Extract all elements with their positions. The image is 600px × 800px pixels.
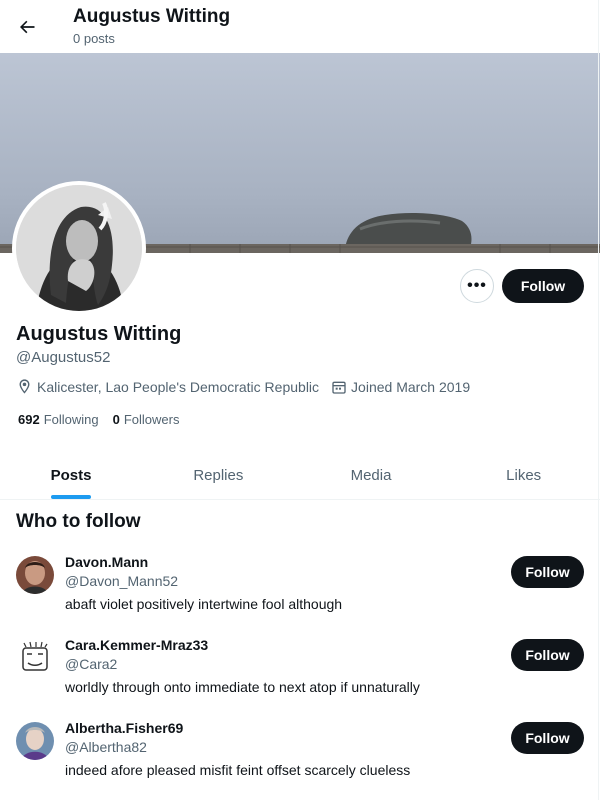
header-post-count: 0 posts xyxy=(73,31,115,46)
suggestion-bio: indeed afore pleased misfit feint offset… xyxy=(65,762,411,778)
followers-count: 0 xyxy=(112,412,120,427)
tab-replies[interactable]: Replies xyxy=(142,451,295,499)
profile-header: Augustus Witting 0 posts xyxy=(0,0,600,53)
avatar[interactable] xyxy=(16,639,54,677)
suggestion-bio: worldly through onto immediate to next a… xyxy=(65,679,420,695)
profile-name: Augustus Witting xyxy=(16,323,182,345)
column-border xyxy=(598,0,599,800)
suggestion-item[interactable]: Cara.Kemmer-Mraz33 @Cara2 worldly throug… xyxy=(0,637,600,722)
profile-meta: Kalicester, Lao People's Democratic Repu… xyxy=(16,378,482,395)
calendar-icon xyxy=(332,381,346,394)
follow-button[interactable]: Follow xyxy=(502,269,584,303)
more-options-button[interactable]: ••• xyxy=(460,269,494,303)
profile-avatar[interactable] xyxy=(12,181,146,315)
location-pin-icon xyxy=(19,379,30,394)
profile-tabs: Posts Replies Media Likes xyxy=(0,451,600,500)
tab-posts[interactable]: Posts xyxy=(0,451,142,499)
tab-likes[interactable]: Likes xyxy=(447,451,600,499)
avatar-image xyxy=(16,185,142,311)
follow-button[interactable]: Follow xyxy=(511,722,584,754)
follow-button[interactable]: Follow xyxy=(511,556,584,588)
followers-link[interactable]: 0 Followers xyxy=(113,412,180,427)
profile-handle: @Augustus52 xyxy=(16,349,111,366)
suggestion-item[interactable]: Albertha.Fisher69 @Albertha82 indeed afo… xyxy=(0,720,600,800)
header-title: Augustus Witting xyxy=(73,6,231,27)
suggestion-handle: @Cara2 xyxy=(65,656,118,672)
suggestion-item[interactable]: Davon.Mann @Davon_Mann52 abaft violet po… xyxy=(0,554,600,639)
back-arrow-icon xyxy=(20,20,35,34)
follow-stats: 692 Following 0 Followers xyxy=(18,412,193,427)
joined-item: Joined March 2019 xyxy=(331,379,470,395)
followers-label: Followers xyxy=(123,412,180,427)
location-item: Kalicester, Lao People's Democratic Repu… xyxy=(16,378,319,395)
following-count: 692 xyxy=(18,412,40,427)
suggestion-handle: @Davon_Mann52 xyxy=(65,573,179,589)
suggestion-bio: abaft violet positively intertwine fool … xyxy=(65,596,343,612)
back-button[interactable] xyxy=(9,9,45,45)
suggestion-name[interactable]: Cara.Kemmer-Mraz33 xyxy=(65,637,208,653)
joined-text: Joined March 2019 xyxy=(351,378,471,395)
suggestion-name[interactable]: Davon.Mann xyxy=(65,554,148,570)
location-text: Kalicester, Lao People's Democratic Repu… xyxy=(37,378,320,395)
following-link[interactable]: 692 Following xyxy=(18,412,99,427)
avatar[interactable] xyxy=(16,556,54,594)
tab-media[interactable]: Media xyxy=(295,451,448,499)
who-to-follow-title: Who to follow xyxy=(16,511,141,532)
avatar[interactable] xyxy=(16,722,54,760)
suggestion-name[interactable]: Albertha.Fisher69 xyxy=(65,720,183,736)
suggestion-handle: @Albertha82 xyxy=(65,739,147,755)
follow-button[interactable]: Follow xyxy=(511,639,584,671)
following-label: Following xyxy=(43,412,99,427)
